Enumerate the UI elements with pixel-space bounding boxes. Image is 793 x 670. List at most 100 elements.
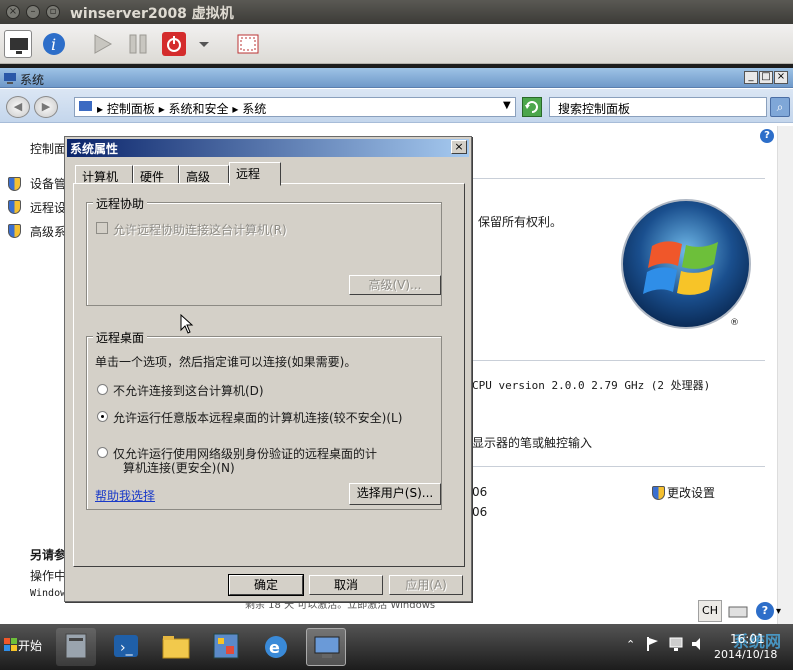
language-indicator[interactable]: CH — [698, 600, 722, 622]
ok-button[interactable]: 确定 — [228, 574, 304, 596]
radio-allow-any-label[interactable]: 允许运行任意版本远程桌面的计算机连接(较不安全)(L) — [113, 409, 402, 426]
volume-icon[interactable] — [690, 636, 706, 652]
radio-deny-connections[interactable] — [97, 384, 108, 395]
host-window-title: winserver2008 虚拟机 — [70, 6, 234, 22]
dialog-close-button[interactable]: × — [451, 140, 467, 154]
windows-text: Window — [30, 588, 67, 599]
remote-desktop-label: 远程桌面 — [93, 329, 148, 346]
system-window-titlebar: 系统 _ □ × — [0, 68, 793, 88]
help-icon[interactable]: ? — [760, 129, 774, 143]
mouse-pointer-icon — [180, 313, 194, 339]
powershell-icon[interactable]: ›_ — [106, 628, 146, 666]
remote-desktop-instruction: 单击一个选项，然后指定谁可以连接(如果需要)。 — [95, 355, 357, 369]
minimize-button[interactable]: _ — [744, 71, 758, 84]
host-titlebar: × – ▫ winserver2008 虚拟机 — [0, 0, 793, 24]
pause-icon[interactable] — [124, 30, 152, 58]
dropdown-icon[interactable] — [196, 30, 212, 58]
computer-icon — [4, 73, 16, 84]
search-icon[interactable]: ⌕ — [770, 97, 790, 117]
tab-panel-remote: 远程协助 允许远程协助连接这台计算机(R) 高级(V)... 远程桌面 单击一个… — [73, 183, 465, 567]
dialog-titlebar: 系统属性 × — [67, 139, 469, 157]
control-panel-task-icon[interactable] — [206, 628, 246, 666]
server-manager-icon[interactable] — [56, 628, 96, 666]
keyboard-icon[interactable] — [728, 602, 748, 620]
info-icon[interactable]: i — [40, 30, 68, 58]
remote-assistance-checkbox[interactable] — [96, 222, 108, 234]
svg-text:i: i — [51, 35, 56, 54]
internet-explorer-icon[interactable]: e — [256, 628, 296, 666]
shield-icon — [652, 486, 665, 500]
apply-button[interactable]: 应用(A) — [389, 575, 463, 595]
system-window-task-icon[interactable] — [306, 628, 346, 666]
chevron-up-icon[interactable]: ⌃ — [626, 638, 635, 651]
close-icon[interactable]: × — [6, 5, 20, 19]
version-fragment-2: 06 — [472, 505, 488, 519]
maximize-icon[interactable]: ▫ — [46, 5, 60, 19]
power-icon[interactable] — [160, 30, 188, 58]
help-icon[interactable]: ? — [756, 602, 774, 620]
shield-icon — [8, 177, 21, 191]
maximize-button[interactable]: □ — [759, 71, 773, 84]
forward-button[interactable]: ▶ — [34, 96, 58, 118]
remote-desktop-group: 远程桌面 单击一个选项，然后指定谁可以连接(如果需要)。 不允许连接到这台计算机… — [86, 329, 442, 510]
control-panel-icon — [79, 101, 92, 111]
advanced-button[interactable]: 高级(V)... — [349, 275, 441, 295]
host-toolbar: i — [0, 24, 793, 64]
cancel-button[interactable]: 取消 — [309, 575, 383, 595]
system-window-title: 系统 — [20, 73, 45, 87]
network-icon[interactable] — [668, 636, 684, 652]
refresh-icon[interactable] — [522, 97, 542, 117]
sidebar-link-advanced[interactable]: 高级系 — [30, 223, 66, 240]
display-icon[interactable] — [4, 30, 32, 58]
remote-assistance-checkbox-label: 允许远程协助连接这台计算机(R) — [113, 223, 287, 237]
pen-info: 显示器的笔或触控输入 — [472, 436, 593, 450]
address-field[interactable]: ▸ 控制面板 ▸ 系统和安全 ▸ 系统 ▼ — [74, 97, 516, 117]
search-input[interactable]: 搜索控制面板 — [549, 97, 767, 117]
radio-allow-nla[interactable] — [97, 447, 108, 458]
play-icon[interactable] — [88, 30, 116, 58]
breadcrumb-system[interactable]: 系统 — [242, 102, 266, 116]
fullscreen-icon[interactable] — [234, 30, 262, 58]
sidebar-link-remote[interactable]: 远程设 — [30, 199, 66, 216]
radio-allow-any[interactable] — [97, 411, 108, 422]
help-me-choose-link[interactable]: 帮助我选择 — [95, 487, 155, 504]
tab-computer-name[interactable]: 计算机名 — [75, 165, 133, 201]
shield-icon — [8, 200, 21, 214]
version-fragment-1: 06 — [472, 485, 488, 499]
change-settings-link[interactable]: 更改设置 — [667, 484, 715, 501]
tab-hardware[interactable]: 硬件 — [133, 165, 179, 185]
start-button[interactable]: 开始 — [2, 632, 52, 660]
back-button[interactable]: ◀ — [6, 96, 30, 118]
breadcrumb-system-security[interactable]: 系统和安全 — [169, 102, 229, 116]
taskbar: 开始 ›_ e ⌃ 系统网 16:01 2014/10/18 — [0, 624, 793, 670]
svg-text:e: e — [269, 638, 280, 657]
breadcrumb-control-panel[interactable]: 控制面板 — [107, 102, 155, 116]
minimize-icon[interactable]: – — [26, 5, 40, 19]
explorer-folder-icon[interactable] — [156, 628, 196, 666]
tab-remote[interactable]: 远程 — [229, 162, 281, 186]
close-button[interactable]: × — [774, 71, 788, 84]
tab-advanced[interactable]: 高级 — [179, 165, 229, 185]
scrollbar[interactable] — [777, 126, 793, 646]
action-center-link[interactable]: 操作中 — [30, 567, 66, 584]
copyright-text: 保留所有权利。 — [478, 215, 563, 229]
windows-flag-icon — [4, 638, 17, 651]
see-also-heading: 另请参 — [30, 548, 67, 562]
radio-deny-label[interactable]: 不允许连接到这台计算机(D) — [113, 382, 264, 399]
windows-logo — [621, 199, 751, 329]
flag-icon[interactable] — [646, 636, 660, 652]
system-properties-dialog: 系统属性 × 计算机名 硬件 高级 远程 远程协助 允许远程协助连接这台计算机(… — [64, 136, 472, 602]
dialog-title: 系统属性 — [70, 142, 119, 156]
select-users-button[interactable]: 选择用户(S)... — [349, 483, 441, 505]
chevron-down-icon[interactable]: ▾ — [776, 606, 781, 617]
remote-assistance-label: 远程协助 — [93, 195, 148, 212]
svg-text:›_: ›_ — [120, 640, 134, 656]
clock-date[interactable]: 2014/10/18 — [714, 648, 777, 661]
sidebar-heading[interactable]: 控制面 — [30, 140, 66, 157]
clock-time[interactable]: 16:01 — [730, 632, 765, 646]
remote-assistance-group: 远程协助 允许远程协助连接这台计算机(R) 高级(V)... — [86, 195, 442, 306]
chevron-down-icon[interactable]: ▼ — [503, 100, 511, 111]
radio-allow-nla-label-line2[interactable]: 算机连接(更安全)(N) — [123, 459, 235, 476]
shield-icon — [8, 224, 21, 238]
sidebar-link-device[interactable]: 设备管 — [30, 175, 66, 192]
